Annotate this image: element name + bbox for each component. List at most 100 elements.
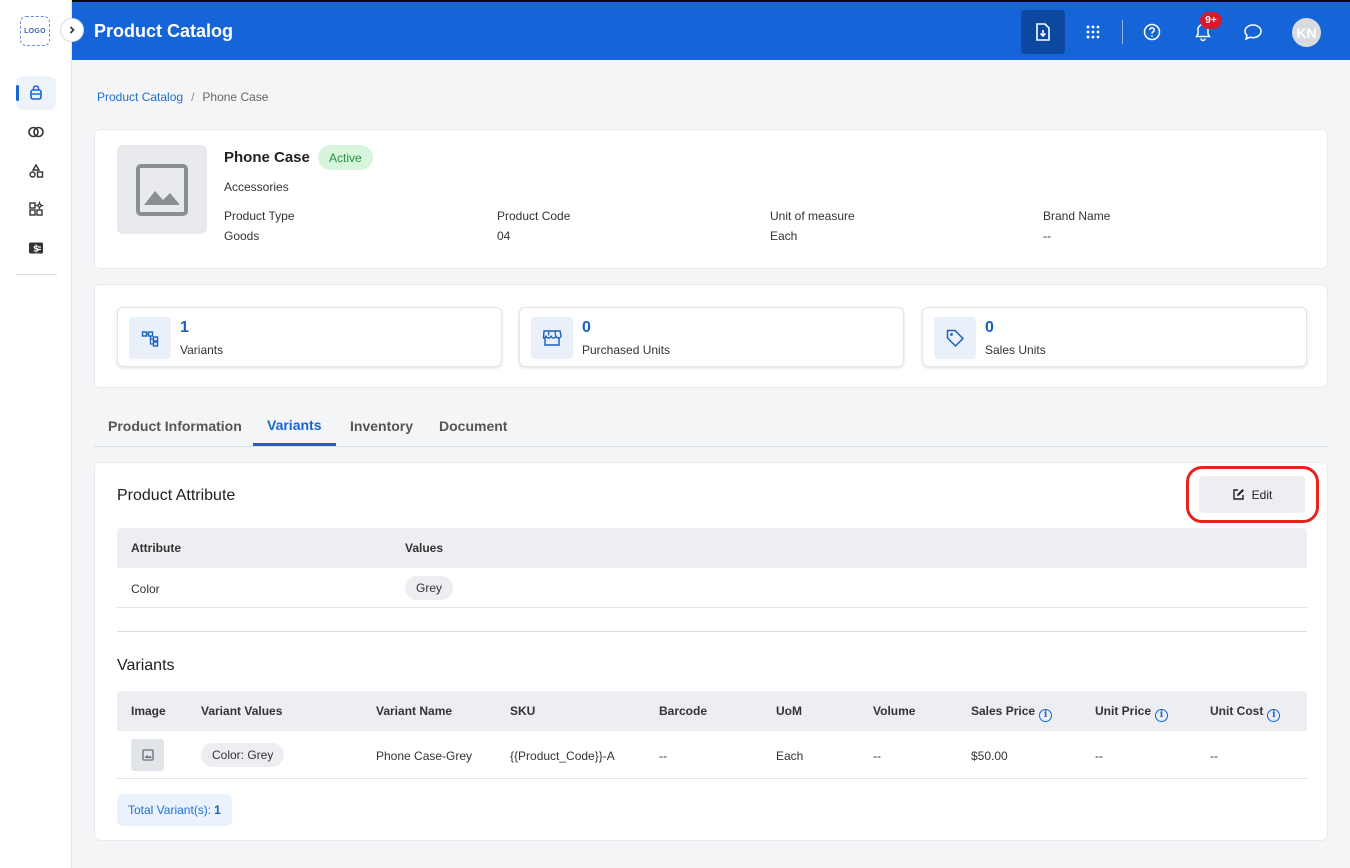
column-header: UoM — [776, 704, 802, 718]
edit-icon — [1232, 489, 1244, 500]
column-header: Barcode — [659, 704, 708, 718]
sidebar-divider — [16, 274, 57, 275]
shapes-icon — [29, 163, 44, 178]
field-product-type: Product Type Goods — [224, 209, 295, 243]
table-row: Color: Grey Phone Case-Grey {{Product_Co… — [117, 731, 1307, 779]
field-value: -- — [1043, 229, 1051, 243]
product-name: Phone Case — [224, 149, 310, 166]
field-label: Brand Name — [1043, 209, 1111, 223]
stat-icon-box — [129, 317, 171, 359]
breadcrumb-link-catalog[interactable]: Product Catalog — [97, 90, 183, 104]
variant-name: Phone Case-Grey — [376, 749, 473, 763]
stat-purchased-units[interactable]: 0 Purchased Units — [519, 307, 904, 367]
apps-grid-icon — [1086, 25, 1100, 39]
apps-button[interactable] — [1071, 10, 1115, 54]
field-value: 04 — [497, 229, 511, 243]
tab-variants[interactable]: Variants — [267, 417, 321, 433]
sidebar-item-catalog[interactable] — [16, 76, 56, 110]
download-button[interactable] — [1021, 10, 1065, 54]
attribute-table-header: Attribute Values — [117, 528, 1307, 568]
attribute-table: Attribute Values Color Grey — [117, 528, 1307, 608]
app-header: Product Catalog 9+ KN — [72, 0, 1350, 60]
total-variants-badge: Total Variant(s): 1 — [117, 794, 232, 826]
chat-bubble-icon — [1244, 24, 1262, 41]
stat-value: 0 — [985, 319, 994, 336]
store-icon — [542, 330, 562, 346]
stat-sales-units[interactable]: 0 Sales Units — [922, 307, 1307, 367]
header-divider — [1122, 20, 1123, 44]
product-attribute-title: Product Attribute — [117, 487, 236, 504]
chat-button[interactable] — [1231, 10, 1275, 54]
info-icon[interactable]: i — [1267, 708, 1281, 722]
tag-icon — [946, 329, 964, 347]
variant-uom: Each — [776, 749, 804, 763]
rings-icon — [28, 126, 44, 138]
column-header: Variant Values — [201, 704, 283, 718]
chevron-right-icon — [69, 26, 75, 34]
user-avatar[interactable]: KN — [1292, 18, 1321, 47]
breadcrumb-separator: / — [191, 90, 195, 104]
edit-button[interactable]: Edit — [1199, 476, 1305, 513]
field-product-code: Product Code 04 — [497, 209, 570, 243]
variant-volume: -- — [873, 749, 881, 763]
column-header: Image — [131, 704, 166, 718]
status-badge: Active — [318, 145, 373, 170]
column-header-label: Unit Cost — [1210, 704, 1264, 718]
column-header: SKU — [510, 704, 536, 718]
table-row: Color Grey — [117, 568, 1307, 608]
info-icon[interactable]: i — [1039, 708, 1053, 722]
sidebar-item-rings[interactable] — [16, 115, 56, 149]
sidebar-item-grid[interactable] — [16, 192, 56, 226]
tab-product-information[interactable]: Product Information — [108, 418, 242, 434]
sidebar: LOGO $ — [0, 0, 72, 868]
column-header-sales-price: Sales Price i — [971, 704, 1053, 722]
stat-label: Variants — [180, 343, 224, 357]
active-tab-indicator — [253, 443, 336, 446]
field-brand-name: Brand Name -- — [1043, 209, 1110, 243]
breadcrumb-current: Phone Case — [202, 90, 269, 104]
stat-label: Sales Units — [985, 343, 1046, 357]
sidebar-item-billing[interactable]: $ — [16, 231, 56, 265]
stat-value: 0 — [582, 319, 591, 336]
stat-variants[interactable]: 1 Variants — [117, 307, 502, 367]
field-label: Unit of measure — [770, 209, 855, 223]
stat-label: Purchased Units — [582, 343, 671, 357]
tab-document[interactable]: Document — [439, 418, 507, 434]
field-unit-of-measure: Unit of measure Each — [770, 209, 855, 243]
variant-image-placeholder[interactable] — [131, 739, 164, 771]
variant-values-chip: Color: Grey — [201, 743, 285, 767]
total-variants-count: 1 — [214, 803, 221, 817]
column-header: Attribute — [131, 541, 181, 555]
total-variants-label: Total Variant(s): — [128, 803, 212, 817]
column-header-label: Sales Price — [971, 704, 1036, 718]
app-title: Product Catalog — [94, 21, 234, 41]
variants-table-header: Image Variant Values Variant Name SKU Ba… — [117, 691, 1307, 731]
tab-inventory[interactable]: Inventory — [350, 418, 413, 434]
column-header: Values — [405, 541, 444, 555]
grid-star-icon — [29, 201, 44, 216]
stat-icon-box — [934, 317, 976, 359]
field-value: Each — [770, 229, 798, 243]
sidebar-toggle-button[interactable] — [60, 18, 84, 42]
help-icon — [1143, 23, 1161, 41]
variant-sales-price: $50.00 — [971, 749, 1008, 763]
product-summary-card: Phone Case Active Accessories Product Ty… — [94, 129, 1328, 269]
section-divider — [117, 631, 1307, 632]
logo[interactable]: LOGO — [20, 16, 50, 46]
product-image-placeholder — [117, 145, 207, 234]
sidebar-item-shapes[interactable] — [16, 154, 56, 188]
variants-title: Variants — [117, 657, 175, 674]
field-label: Product Type — [224, 209, 295, 223]
edit-button-label: Edit — [1251, 487, 1273, 502]
info-icon[interactable]: i — [1155, 708, 1169, 722]
variant-barcode: -- — [659, 749, 667, 763]
column-header-unit-price: Unit Price i — [1095, 704, 1169, 722]
field-value: Goods — [224, 229, 260, 243]
breadcrumb: Product Catalog / Phone Case — [97, 90, 268, 104]
tab-bar: Product Information Variants Inventory D… — [94, 404, 1328, 447]
column-header: Volume — [873, 704, 916, 718]
help-button[interactable] — [1130, 10, 1174, 54]
stats-card: 1 Variants 0 Purchased Units 0 Sales Uni… — [94, 284, 1328, 388]
column-header: Variant Name — [376, 704, 453, 718]
variants-icon — [141, 331, 159, 347]
